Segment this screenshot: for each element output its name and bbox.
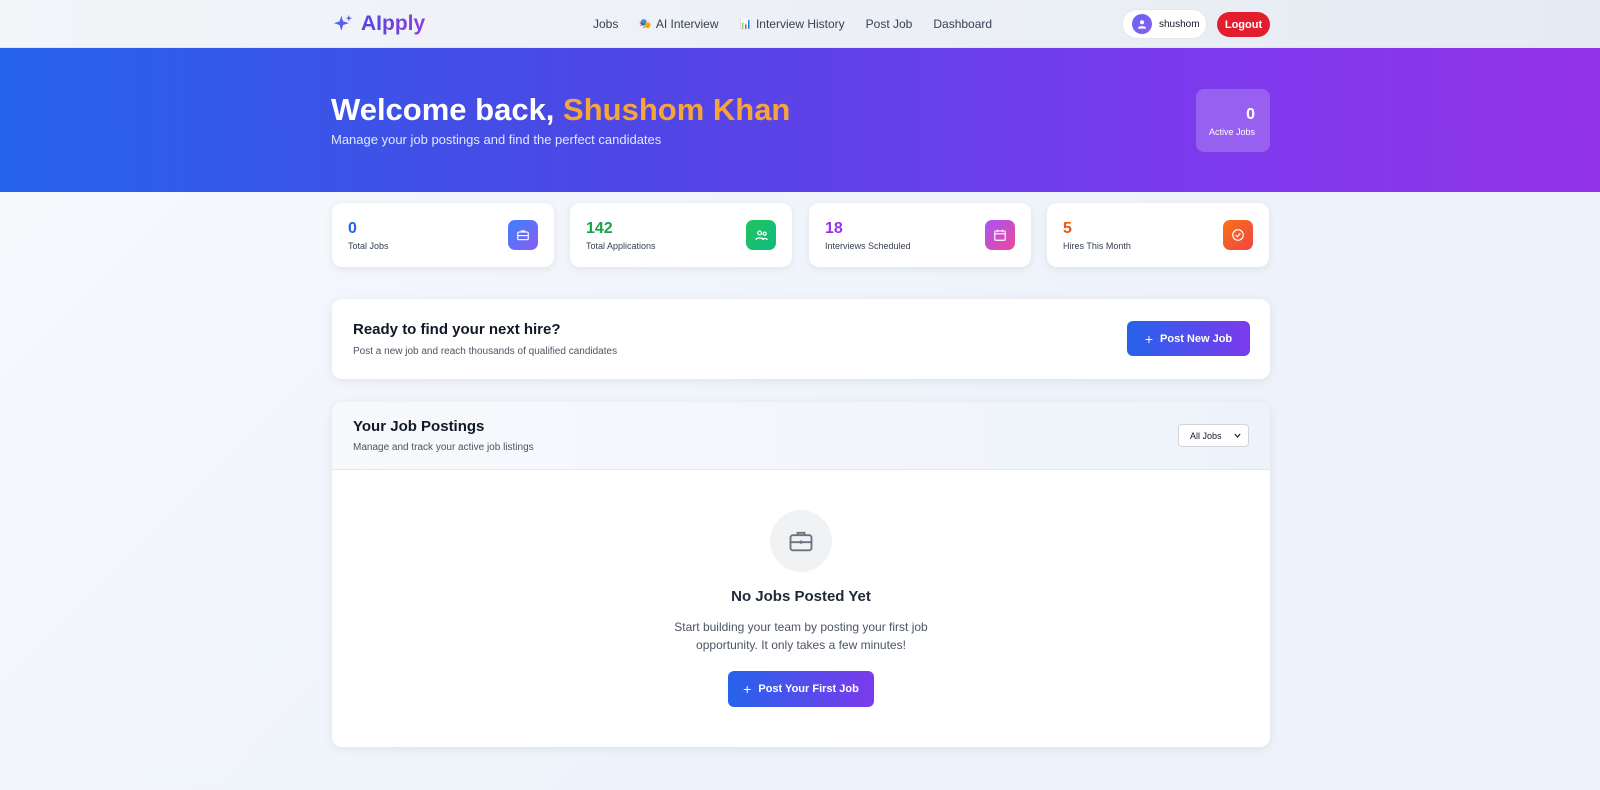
nav-link-label: Jobs [593, 17, 619, 31]
active-jobs-stat: 0 Active Jobs [1196, 89, 1270, 152]
nav-link-label: Post Job [865, 17, 913, 31]
nav-link-ai-interview[interactable]: 🎭 AI Interview [639, 17, 718, 31]
welcome-greeting: Welcome back, [331, 92, 564, 127]
nav-links: Jobs 🎭 AI Interview 📊 Interview History … [593, 17, 1013, 31]
job-postings-title: Your Job Postings [353, 418, 485, 435]
users-icon [746, 220, 776, 250]
job-filter-value: All Jobs [1190, 430, 1222, 441]
avatar [1132, 14, 1152, 34]
post-job-cta-card: Ready to find your next hire? Post a new… [332, 299, 1270, 379]
nav-link-label: AI Interview [655, 17, 719, 31]
briefcase-icon [770, 510, 832, 572]
stat-label: Hires This Month [1063, 241, 1131, 251]
user-menu[interactable]: shushom [1122, 9, 1207, 39]
top-navbar: AIpply Jobs 🎭 AI Interview 📊 Interview H… [0, 0, 1600, 48]
job-postings-subtitle: Manage and track your active job listing… [353, 442, 534, 453]
stat-label: Total Applications [586, 241, 656, 251]
calendar-icon [985, 220, 1015, 250]
active-jobs-value: 0 [1246, 106, 1255, 123]
stat-value: 5 [1063, 220, 1072, 237]
plus-icon: + [743, 681, 752, 697]
post-new-job-button[interactable]: + Post New Job [1127, 321, 1250, 356]
plus-icon: + [1144, 330, 1154, 347]
nav-link-label: Dashboard [933, 17, 993, 31]
chevron-down-icon [1234, 433, 1241, 438]
stat-value: 0 [348, 220, 357, 237]
check-circle-icon [1223, 220, 1253, 250]
brand-logo[interactable]: AIpply [333, 12, 425, 36]
job-postings-header: Your Job Postings Manage and track your … [332, 402, 1270, 470]
stat-value: 142 [586, 220, 613, 237]
briefcase-icon [508, 220, 538, 250]
user-icon [1137, 20, 1147, 29]
active-jobs-label: Active Jobs [1208, 127, 1255, 137]
post-first-job-button[interactable]: + Post Your First Job [728, 671, 874, 707]
theater-masks-icon: 🎭 [639, 18, 652, 30]
empty-state-title: No Jobs Posted Yet [731, 588, 871, 605]
button-label: Post New Job [1160, 332, 1233, 345]
welcome-banner: Welcome back, Shushom Khan Manage your j… [0, 48, 1600, 192]
button-label: Post Your First Job [758, 683, 859, 695]
stat-card-hires-this-month: 5 Hires This Month [1047, 203, 1269, 267]
sparkle-icon [333, 14, 353, 31]
bar-chart-icon: 📊 [739, 18, 752, 30]
nav-link-interview-history[interactable]: 📊 Interview History [740, 17, 845, 31]
brand-name: AIpply [361, 12, 426, 35]
welcome-heading: Welcome back, Shushom Khan [331, 92, 790, 128]
nav-link-post-job[interactable]: Post Job [866, 17, 913, 31]
stat-card-total-applications: 142 Total Applications [570, 203, 792, 267]
empty-state-subtitle: Start building your team by posting your… [674, 620, 928, 652]
job-filter-select[interactable]: All Jobs [1178, 424, 1249, 447]
nav-link-jobs[interactable]: Jobs [593, 17, 618, 31]
cta-title: Ready to find your next hire? [353, 321, 561, 338]
stat-card-total-jobs: 0 Total Jobs [332, 203, 554, 267]
stat-label: Interviews Scheduled [825, 241, 911, 251]
stat-value: 18 [825, 220, 843, 237]
job-postings-panel: Your Job Postings Manage and track your … [332, 402, 1270, 747]
welcome-user-name: Shushom Khan [563, 92, 791, 127]
welcome-subtitle: Manage your job postings and find the pe… [331, 132, 662, 147]
cta-subtitle: Post a new job and reach thousands of qu… [353, 346, 618, 357]
nav-link-label: Interview History [755, 17, 845, 31]
nav-link-dashboard[interactable]: Dashboard [933, 17, 992, 31]
logout-button[interactable]: Logout [1217, 12, 1270, 37]
stat-card-interviews-scheduled: 18 Interviews Scheduled [809, 203, 1031, 267]
user-name: shushom [1159, 18, 1200, 30]
stat-label: Total Jobs [348, 241, 389, 251]
